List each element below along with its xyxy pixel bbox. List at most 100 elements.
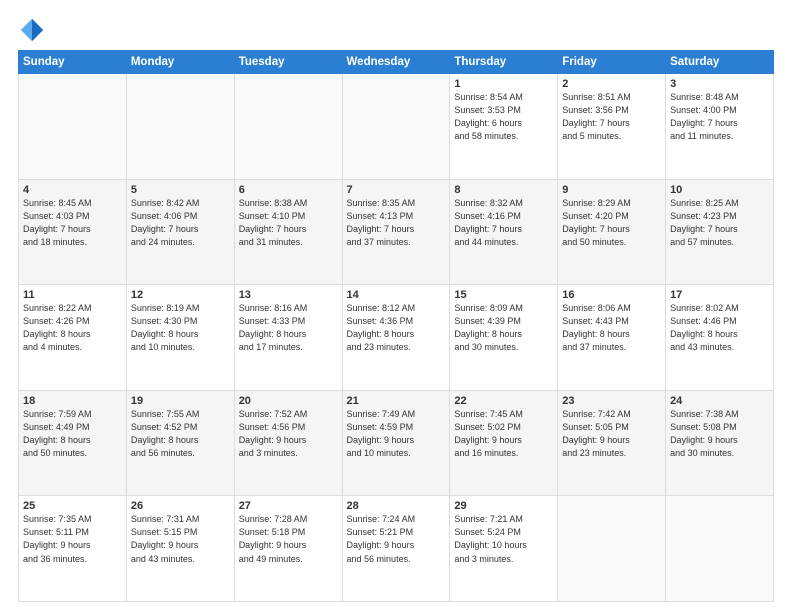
calendar-cell: 7Sunrise: 8:35 AM Sunset: 4:13 PM Daylig…	[342, 179, 450, 285]
calendar-cell: 16Sunrise: 8:06 AM Sunset: 4:43 PM Dayli…	[558, 285, 666, 391]
day-number: 22	[454, 395, 553, 407]
day-number: 19	[131, 395, 230, 407]
calendar-cell: 15Sunrise: 8:09 AM Sunset: 4:39 PM Dayli…	[450, 285, 558, 391]
calendar-week-3: 18Sunrise: 7:59 AM Sunset: 4:49 PM Dayli…	[19, 390, 774, 496]
day-number: 10	[670, 184, 769, 196]
day-info: Sunrise: 7:59 AM Sunset: 4:49 PM Dayligh…	[23, 408, 122, 460]
header	[18, 16, 774, 44]
day-info: Sunrise: 8:38 AM Sunset: 4:10 PM Dayligh…	[239, 197, 338, 249]
page: SundayMondayTuesdayWednesdayThursdayFrid…	[0, 0, 792, 612]
weekday-header-friday: Friday	[558, 51, 666, 74]
day-info: Sunrise: 8:19 AM Sunset: 4:30 PM Dayligh…	[131, 302, 230, 354]
logo-icon	[18, 16, 46, 44]
day-info: Sunrise: 7:38 AM Sunset: 5:08 PM Dayligh…	[670, 408, 769, 460]
day-info: Sunrise: 8:42 AM Sunset: 4:06 PM Dayligh…	[131, 197, 230, 249]
calendar-cell: 18Sunrise: 7:59 AM Sunset: 4:49 PM Dayli…	[19, 390, 127, 496]
day-number: 21	[347, 395, 446, 407]
calendar: SundayMondayTuesdayWednesdayThursdayFrid…	[18, 50, 774, 602]
day-info: Sunrise: 7:31 AM Sunset: 5:15 PM Dayligh…	[131, 513, 230, 565]
day-number: 14	[347, 289, 446, 301]
day-number: 7	[347, 184, 446, 196]
day-number: 15	[454, 289, 553, 301]
day-number: 28	[347, 500, 446, 512]
day-number: 8	[454, 184, 553, 196]
calendar-cell	[558, 496, 666, 602]
weekday-header-tuesday: Tuesday	[234, 51, 342, 74]
weekday-header-monday: Monday	[126, 51, 234, 74]
calendar-week-0: 1Sunrise: 8:54 AM Sunset: 3:53 PM Daylig…	[19, 74, 774, 180]
calendar-cell: 1Sunrise: 8:54 AM Sunset: 3:53 PM Daylig…	[450, 74, 558, 180]
day-number: 9	[562, 184, 661, 196]
day-number: 11	[23, 289, 122, 301]
calendar-cell: 19Sunrise: 7:55 AM Sunset: 4:52 PM Dayli…	[126, 390, 234, 496]
calendar-cell: 5Sunrise: 8:42 AM Sunset: 4:06 PM Daylig…	[126, 179, 234, 285]
calendar-cell: 26Sunrise: 7:31 AM Sunset: 5:15 PM Dayli…	[126, 496, 234, 602]
calendar-cell: 12Sunrise: 8:19 AM Sunset: 4:30 PM Dayli…	[126, 285, 234, 391]
calendar-cell	[126, 74, 234, 180]
day-info: Sunrise: 8:16 AM Sunset: 4:33 PM Dayligh…	[239, 302, 338, 354]
day-info: Sunrise: 8:48 AM Sunset: 4:00 PM Dayligh…	[670, 91, 769, 143]
day-info: Sunrise: 7:24 AM Sunset: 5:21 PM Dayligh…	[347, 513, 446, 565]
day-number: 26	[131, 500, 230, 512]
day-info: Sunrise: 8:51 AM Sunset: 3:56 PM Dayligh…	[562, 91, 661, 143]
day-number: 2	[562, 78, 661, 90]
day-info: Sunrise: 8:32 AM Sunset: 4:16 PM Dayligh…	[454, 197, 553, 249]
calendar-cell: 22Sunrise: 7:45 AM Sunset: 5:02 PM Dayli…	[450, 390, 558, 496]
calendar-cell: 20Sunrise: 7:52 AM Sunset: 4:56 PM Dayli…	[234, 390, 342, 496]
weekday-header-thursday: Thursday	[450, 51, 558, 74]
weekday-header-wednesday: Wednesday	[342, 51, 450, 74]
calendar-cell: 28Sunrise: 7:24 AM Sunset: 5:21 PM Dayli…	[342, 496, 450, 602]
calendar-cell: 11Sunrise: 8:22 AM Sunset: 4:26 PM Dayli…	[19, 285, 127, 391]
calendar-cell: 4Sunrise: 8:45 AM Sunset: 4:03 PM Daylig…	[19, 179, 127, 285]
calendar-cell: 21Sunrise: 7:49 AM Sunset: 4:59 PM Dayli…	[342, 390, 450, 496]
day-number: 23	[562, 395, 661, 407]
day-info: Sunrise: 8:09 AM Sunset: 4:39 PM Dayligh…	[454, 302, 553, 354]
day-number: 27	[239, 500, 338, 512]
day-info: Sunrise: 7:45 AM Sunset: 5:02 PM Dayligh…	[454, 408, 553, 460]
day-info: Sunrise: 8:22 AM Sunset: 4:26 PM Dayligh…	[23, 302, 122, 354]
day-info: Sunrise: 8:29 AM Sunset: 4:20 PM Dayligh…	[562, 197, 661, 249]
logo	[18, 16, 48, 44]
calendar-cell: 29Sunrise: 7:21 AM Sunset: 5:24 PM Dayli…	[450, 496, 558, 602]
calendar-cell: 24Sunrise: 7:38 AM Sunset: 5:08 PM Dayli…	[666, 390, 774, 496]
day-number: 6	[239, 184, 338, 196]
calendar-cell: 27Sunrise: 7:28 AM Sunset: 5:18 PM Dayli…	[234, 496, 342, 602]
calendar-cell: 10Sunrise: 8:25 AM Sunset: 4:23 PM Dayli…	[666, 179, 774, 285]
calendar-week-1: 4Sunrise: 8:45 AM Sunset: 4:03 PM Daylig…	[19, 179, 774, 285]
calendar-cell: 3Sunrise: 8:48 AM Sunset: 4:00 PM Daylig…	[666, 74, 774, 180]
calendar-cell: 17Sunrise: 8:02 AM Sunset: 4:46 PM Dayli…	[666, 285, 774, 391]
day-number: 25	[23, 500, 122, 512]
calendar-cell: 2Sunrise: 8:51 AM Sunset: 3:56 PM Daylig…	[558, 74, 666, 180]
calendar-cell: 6Sunrise: 8:38 AM Sunset: 4:10 PM Daylig…	[234, 179, 342, 285]
day-info: Sunrise: 8:02 AM Sunset: 4:46 PM Dayligh…	[670, 302, 769, 354]
day-info: Sunrise: 8:12 AM Sunset: 4:36 PM Dayligh…	[347, 302, 446, 354]
weekday-row: SundayMondayTuesdayWednesdayThursdayFrid…	[19, 51, 774, 74]
day-info: Sunrise: 7:55 AM Sunset: 4:52 PM Dayligh…	[131, 408, 230, 460]
day-info: Sunrise: 8:54 AM Sunset: 3:53 PM Dayligh…	[454, 91, 553, 143]
day-number: 3	[670, 78, 769, 90]
calendar-cell	[666, 496, 774, 602]
day-number: 16	[562, 289, 661, 301]
weekday-header-saturday: Saturday	[666, 51, 774, 74]
day-number: 17	[670, 289, 769, 301]
day-number: 4	[23, 184, 122, 196]
day-info: Sunrise: 8:35 AM Sunset: 4:13 PM Dayligh…	[347, 197, 446, 249]
day-number: 5	[131, 184, 230, 196]
day-number: 12	[131, 289, 230, 301]
calendar-cell: 8Sunrise: 8:32 AM Sunset: 4:16 PM Daylig…	[450, 179, 558, 285]
day-info: Sunrise: 8:45 AM Sunset: 4:03 PM Dayligh…	[23, 197, 122, 249]
calendar-body: 1Sunrise: 8:54 AM Sunset: 3:53 PM Daylig…	[19, 74, 774, 602]
day-info: Sunrise: 8:06 AM Sunset: 4:43 PM Dayligh…	[562, 302, 661, 354]
calendar-week-2: 11Sunrise: 8:22 AM Sunset: 4:26 PM Dayli…	[19, 285, 774, 391]
calendar-cell	[342, 74, 450, 180]
calendar-header: SundayMondayTuesdayWednesdayThursdayFrid…	[19, 51, 774, 74]
calendar-week-4: 25Sunrise: 7:35 AM Sunset: 5:11 PM Dayli…	[19, 496, 774, 602]
day-info: Sunrise: 7:42 AM Sunset: 5:05 PM Dayligh…	[562, 408, 661, 460]
day-info: Sunrise: 7:28 AM Sunset: 5:18 PM Dayligh…	[239, 513, 338, 565]
day-info: Sunrise: 7:21 AM Sunset: 5:24 PM Dayligh…	[454, 513, 553, 565]
day-number: 29	[454, 500, 553, 512]
calendar-cell: 14Sunrise: 8:12 AM Sunset: 4:36 PM Dayli…	[342, 285, 450, 391]
calendar-cell: 23Sunrise: 7:42 AM Sunset: 5:05 PM Dayli…	[558, 390, 666, 496]
day-info: Sunrise: 7:49 AM Sunset: 4:59 PM Dayligh…	[347, 408, 446, 460]
weekday-header-sunday: Sunday	[19, 51, 127, 74]
